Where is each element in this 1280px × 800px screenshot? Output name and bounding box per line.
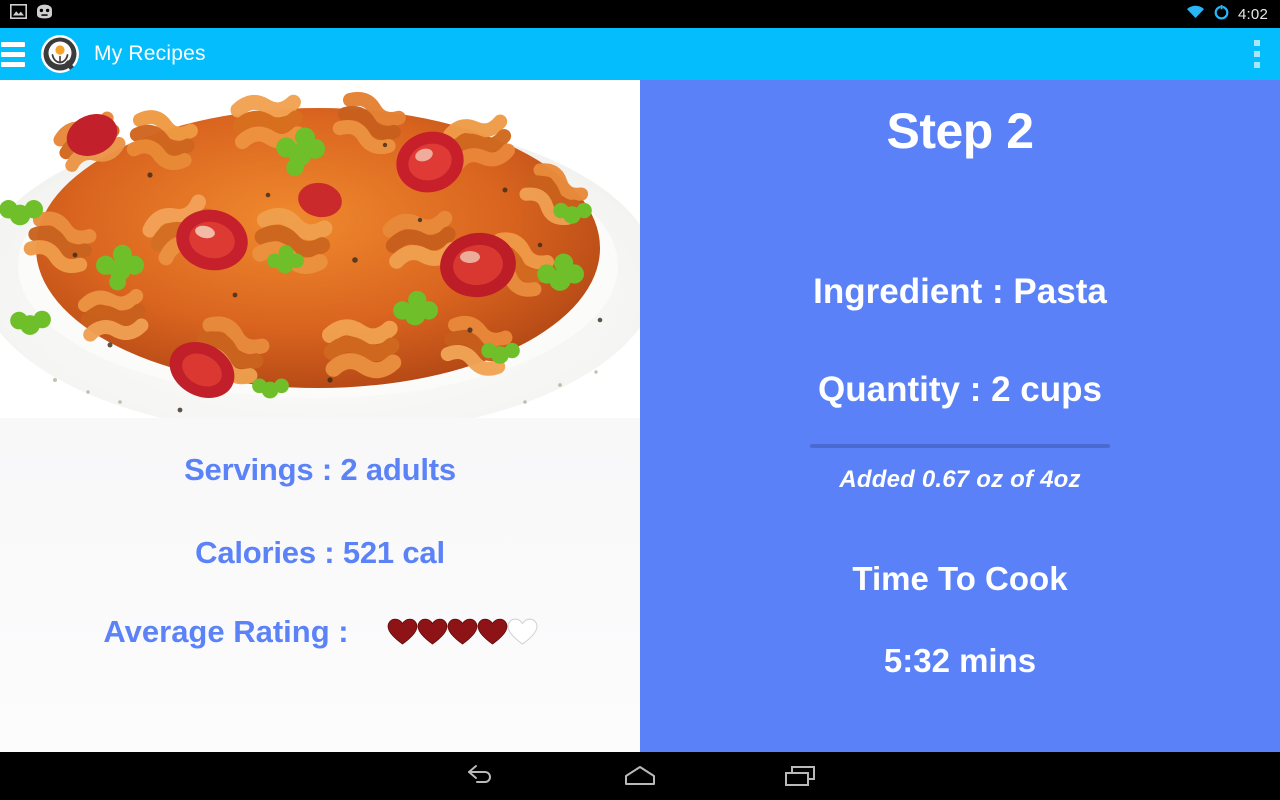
servings-text: Servings : 2 adults <box>184 452 456 487</box>
heart-filled-icon[interactable] <box>387 618 418 646</box>
android-screen: 4:02 My Recipes Servings: 2 adults Calo… <box>0 0 1280 800</box>
step-title: Step 2 <box>886 103 1034 159</box>
hamburger-menu-icon[interactable] <box>0 40 28 68</box>
android-nav-bar <box>0 752 1280 800</box>
quantity-text: Quantity : 2 cups <box>818 370 1102 409</box>
calories-text: Calories : 521 cal <box>195 534 445 570</box>
overflow-menu-icon[interactable] <box>1254 40 1260 68</box>
recipe-stats: Servings : 2 adults Calories : 521 cal A… <box>0 418 640 752</box>
status-bar: 4:02 <box>0 0 1280 28</box>
heart-filled-icon[interactable] <box>447 618 478 646</box>
time-to-cook-value: 5:32 mins <box>883 642 1037 679</box>
average-rating-label: Average Rating : <box>103 614 349 650</box>
app-bar-title: My Recipes <box>94 42 206 65</box>
recents-icon[interactable] <box>720 752 880 800</box>
rating-hearts[interactable] <box>387 618 538 646</box>
heart-filled-icon[interactable] <box>477 618 508 646</box>
status-bar-clock: 4:02 <box>1238 5 1268 23</box>
home-icon[interactable] <box>560 752 720 800</box>
time-to-cook-label: Time To Cook <box>852 560 1068 597</box>
app-bar: My Recipes <box>0 28 1280 80</box>
status-bar-right-icons: 4:02 <box>1186 3 1280 25</box>
main-content: Servings : 2 adults Calories : 521 cal A… <box>0 80 1280 752</box>
step-detail-pane: Step 2 Ingredient : Pasta Quantity : 2 c… <box>640 80 1280 752</box>
back-arrow-icon[interactable] <box>400 752 560 800</box>
recipe-summary-pane: Servings : 2 adults Calories : 521 cal A… <box>0 80 640 752</box>
heart-filled-icon[interactable] <box>417 618 448 646</box>
recipe-photo <box>0 80 640 418</box>
section-divider <box>810 444 1110 448</box>
photo-icon <box>10 4 27 24</box>
status-bar-left-icons <box>0 4 54 24</box>
added-amount-note: Added 0.67 oz of 4oz <box>839 466 1081 493</box>
ingredient-text: Ingredient : Pasta <box>813 272 1107 311</box>
heart-empty-icon[interactable] <box>507 618 538 646</box>
app-logo-icon <box>40 34 80 74</box>
average-rating-row: Average Rating : <box>0 614 640 650</box>
battery-icon <box>1214 3 1229 25</box>
wifi-icon <box>1186 4 1205 24</box>
cyanogenmod-icon <box>35 4 54 24</box>
